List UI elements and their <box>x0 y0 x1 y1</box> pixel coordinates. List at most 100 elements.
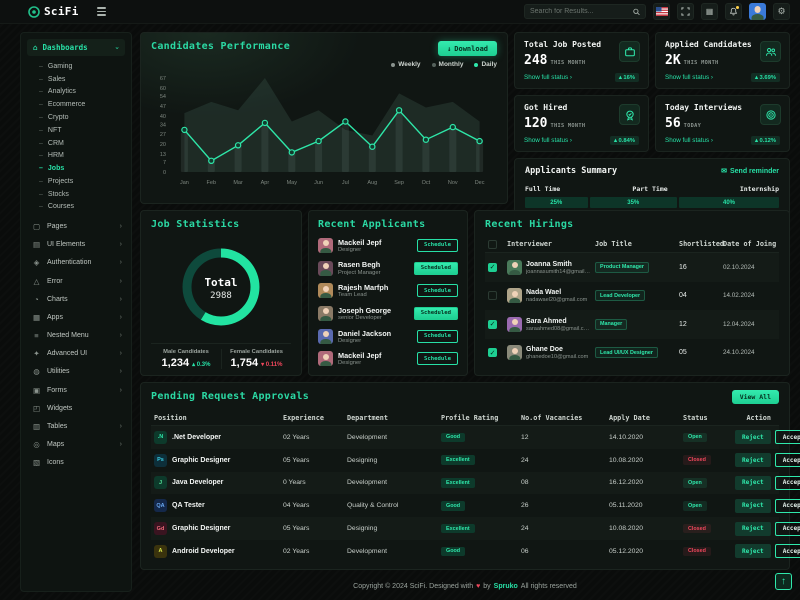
show-full-status-link[interactable]: Show full status › <box>524 137 572 144</box>
interviewer-email: saraahmed08@gmail.com <box>526 326 591 332</box>
chevron-right-icon: › <box>120 241 122 248</box>
sidebar-item-stocks[interactable]: – Stocks <box>21 188 131 201</box>
reject-button[interactable]: Reject <box>735 544 771 558</box>
legend-dot <box>391 63 395 67</box>
sidebar-item-projects[interactable]: – Projects <box>21 175 131 188</box>
sidebar-item-hrm[interactable]: – HRM <box>21 149 131 162</box>
show-full-status-link[interactable]: Show full status › <box>524 74 572 81</box>
sidebar-item-jobs[interactable]: – Jobs <box>21 162 131 175</box>
svg-text:Oct: Oct <box>422 180 431 186</box>
accept-button[interactable]: Accept <box>775 499 800 513</box>
job-title-tag: Lead Developer <box>595 290 645 301</box>
sidebar-item-utilities[interactable]: ◍ Utilities › <box>21 363 131 381</box>
pending-approvals-title: Pending Request Approvals <box>151 391 779 402</box>
sidebar-item-crm[interactable]: – CRM <box>21 137 131 150</box>
summary-segment-full-time[interactable]: 25% <box>525 197 588 208</box>
logo-text: SciFi <box>44 5 79 18</box>
sidebar-item-authentication[interactable]: ◈ Authentication › <box>21 254 131 272</box>
sidebar-item-maps[interactable]: ◎ Maps › <box>21 436 131 454</box>
show-full-status-link[interactable]: Show full status › <box>665 137 713 144</box>
accept-button[interactable]: Accept <box>775 544 800 558</box>
accept-button[interactable]: Accept <box>775 522 800 536</box>
sidebar-item-apps[interactable]: ▦ Apps › <box>21 308 131 326</box>
interviewer-avatar <box>507 317 522 332</box>
svg-text:27: 27 <box>160 132 166 138</box>
fullscreen-button[interactable] <box>677 3 694 20</box>
applicant-role: Designer <box>338 360 381 366</box>
sidebar-item-error[interactable]: △ Error › <box>21 272 131 290</box>
user-avatar[interactable] <box>749 3 766 20</box>
footer-brand-link[interactable]: Spruko <box>494 583 518 590</box>
sidebar-item-sales[interactable]: – Sales <box>21 73 131 86</box>
legend-item-daily[interactable]: Daily <box>474 61 497 68</box>
legend-item-weekly[interactable]: Weekly <box>391 61 420 68</box>
footer: Copyright © 2024 SciFi. Designed with ♥ … <box>140 576 790 596</box>
sidebar-item-ecommerce[interactable]: – Ecommerce <box>21 98 131 111</box>
sidebar-item-charts[interactable]: ◔ Charts › <box>21 290 131 308</box>
row-checkbox[interactable]: ✓ <box>488 348 497 357</box>
reject-button[interactable]: Reject <box>735 453 771 467</box>
schedule-button[interactable]: Schedule <box>417 284 458 297</box>
sidebar-item-nft[interactable]: – NFT <box>21 124 131 137</box>
sidebar-item-dashboards[interactable]: ⌂ Dashboards › <box>27 39 125 56</box>
reject-button[interactable]: Reject <box>735 430 771 444</box>
notifications-button[interactable] <box>725 3 742 20</box>
sidebar-item-widgets[interactable]: ◰ Widgets <box>21 399 131 417</box>
accept-button[interactable]: Accept <box>775 476 800 490</box>
sidebar-item-ui-elements[interactable]: ▤ UI Elements › <box>21 236 131 254</box>
legend-item-monthly[interactable]: Monthly <box>432 61 464 68</box>
reject-button[interactable]: Reject <box>735 499 771 513</box>
sidebar-item-advanced-ui[interactable]: ✦ Advanced UI › <box>21 345 131 363</box>
sidebar-item-tables[interactable]: ▥ Tables › <box>21 417 131 435</box>
apps-grid-button[interactable]: ▦ <box>701 3 718 20</box>
svg-text:60: 60 <box>160 86 166 92</box>
sidebar-item-gaming[interactable]: – Gaming <box>21 60 131 73</box>
search-icon[interactable] <box>633 8 640 16</box>
sidebar-item-pages[interactable]: ▢ Pages › <box>21 217 131 235</box>
search-input[interactable] <box>530 8 629 15</box>
sidebar-item-crypto[interactable]: – Crypto <box>21 111 131 124</box>
row-checkbox[interactable]: ✓ <box>488 263 497 272</box>
logo[interactable]: SciFi <box>28 5 79 18</box>
recent-hirings-rows: ✓ Joanna Smith joannasumith14@gmail.com … <box>485 253 779 367</box>
position-name: Graphic Designer <box>172 525 230 532</box>
sidebar-item-analytics[interactable]: – Analytics <box>21 86 131 99</box>
accept-button[interactable]: Accept <box>775 453 800 467</box>
row-checkbox[interactable] <box>488 291 497 300</box>
scroll-to-top-button[interactable]: ↑ <box>775 573 792 590</box>
row-checkbox[interactable]: ✓ <box>488 320 497 329</box>
hiring-row: ✓ Sara Ahmed saraahmed08@gmail.com Manag… <box>485 310 779 339</box>
dash-icon: – <box>39 191 43 198</box>
show-full-status-link[interactable]: Show full status › <box>665 74 713 81</box>
sidebar-item-nested-menu[interactable]: ≡ Nested Menu › <box>21 327 131 345</box>
pending-approvals-card: Pending Request Approvals View All Posit… <box>140 382 790 570</box>
language-flag-button[interactable] <box>653 3 670 20</box>
menu-toggle-icon[interactable] <box>97 7 106 16</box>
view-all-button[interactable]: View All <box>732 390 779 404</box>
settings-button[interactable]: ⚙ <box>773 3 790 20</box>
sidebar-item-forms[interactable]: ▣ Forms › <box>21 381 131 399</box>
sidebar-item-icons[interactable]: ▧ Icons <box>21 454 131 472</box>
search-box[interactable] <box>524 4 646 19</box>
scheduled-button[interactable]: Scheduled <box>414 262 458 275</box>
apply-date: 05.11.2020 <box>609 502 679 509</box>
reject-button[interactable]: Reject <box>735 476 771 490</box>
settings-gear-icon: ⚙ <box>777 6 785 17</box>
pending-approvals-rows: .N .Net Developer 02 Years Development G… <box>151 426 779 563</box>
chevron-right-icon: › <box>120 314 122 321</box>
summary-segment-part-time[interactable]: 35% <box>590 197 678 208</box>
schedule-button[interactable]: Schedule <box>417 330 458 343</box>
reject-button[interactable]: Reject <box>735 522 771 536</box>
scheduled-button[interactable]: Scheduled <box>414 307 458 320</box>
select-all-checkbox[interactable] <box>488 240 497 249</box>
send-reminder-link[interactable]: ✉ Send reminder <box>721 167 779 175</box>
applicant-role: senior Developer <box>338 315 391 321</box>
accept-button[interactable]: Accept <box>775 430 800 444</box>
approval-row: QA QA Tester 04 Years Quality & Control … <box>151 494 779 517</box>
sidebar-item-courses[interactable]: – Courses <box>21 201 131 214</box>
schedule-button[interactable]: Schedule <box>417 352 458 365</box>
summary-segment-internship[interactable]: 40% <box>679 197 779 208</box>
download-button[interactable]: ↓ Download <box>438 41 497 56</box>
schedule-button[interactable]: Schedule <box>417 239 458 252</box>
job-title-tag: Manager <box>595 319 627 330</box>
